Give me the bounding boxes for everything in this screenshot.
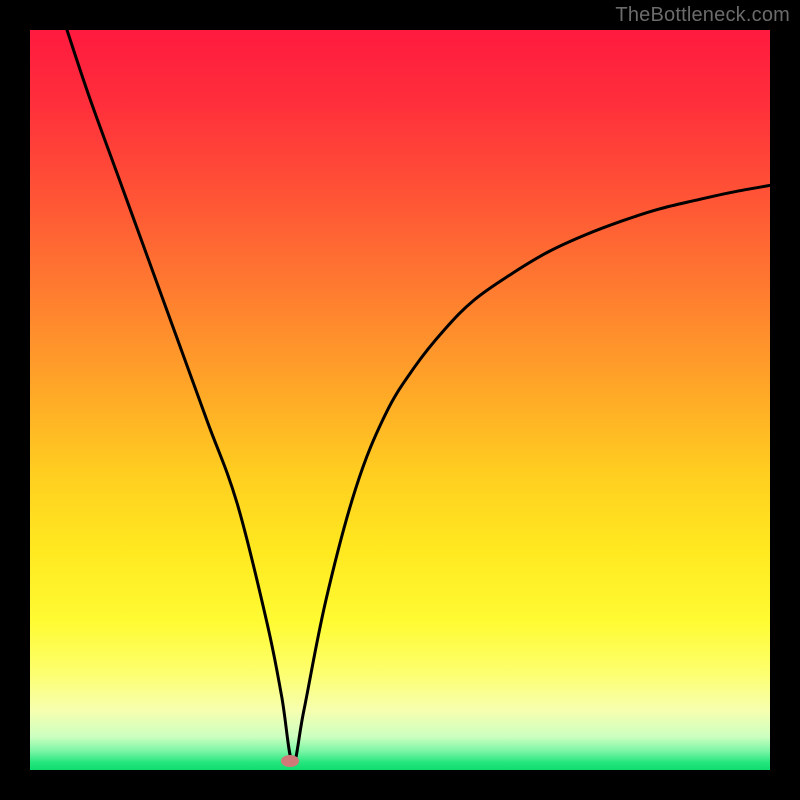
chart-background-gradient xyxy=(30,30,770,770)
chart-frame xyxy=(30,30,770,770)
watermark-text: TheBottleneck.com xyxy=(615,4,790,27)
